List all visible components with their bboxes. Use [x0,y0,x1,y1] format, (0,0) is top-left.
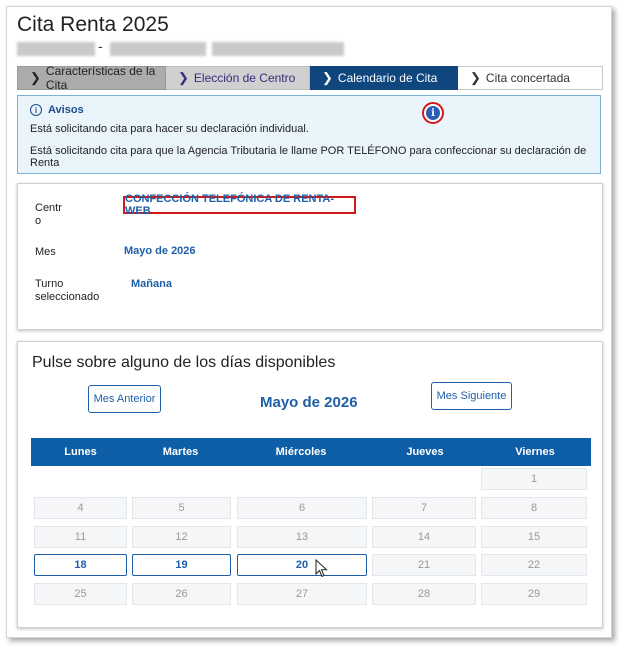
mouse-cursor-icon [315,559,328,578]
step-cita-concertada: ❯ Cita concertada [458,66,603,90]
calendar-day-7: 7 [372,497,476,519]
calendar-day-29: 29 [481,583,587,605]
avisos-title: Avisos [48,104,84,116]
avisos-line-2: Está solicitando cita para que la Agenci… [30,145,587,169]
redacted-text-2 [110,42,206,56]
next-month-button[interactable]: Mes Siguiente [431,382,512,410]
turno-label: Turno seleccionado [35,278,100,303]
prev-month-button[interactable]: Mes Anterior [88,385,161,413]
summary-card: Centr o CONFECCIÓN TELEFÓNICA DE RENTA-W… [17,183,603,330]
calendar-day-20[interactable]: 20 [237,554,367,576]
turno-value: Mañana [131,278,172,290]
calendar-day-1: 1 [481,468,587,490]
calendar-day-4: 4 [34,497,127,519]
step-label: Elección de Centro [193,71,296,85]
calendar-day-6: 6 [237,497,367,519]
chevron-right-icon: ❯ [178,70,189,85]
calendar-month-title: Mayo de 2026 [260,394,358,411]
calendar-day-18[interactable]: 18 [34,554,127,576]
page-title: Cita Renta 2025 [17,13,169,36]
calendar-day-21: 21 [372,554,476,576]
step-label: Características de la Cita [45,64,156,92]
calendar-day-13: 13 [237,526,367,548]
centro-highlight-box: CONFECCIÓN TELEFÓNICA DE RENTA-WEB [123,193,356,217]
redacted-text-3 [212,42,344,56]
chevron-right-icon: ❯ [322,70,333,85]
calendar-day-15: 15 [481,526,587,548]
avisos-line-1: Está solicitando cita para hacer su decl… [30,123,309,135]
step-tracker: ❯ Características de la Cita ❯ Elección … [17,64,603,92]
info-icon: i [426,106,440,120]
weekday-jueves: Jueves [406,446,444,458]
calendar-day-19[interactable]: 19 [132,554,231,576]
mes-value: Mayo de 2026 [124,245,196,257]
avisos-header: i Avisos [30,104,84,116]
chevron-right-icon: ❯ [470,70,481,85]
weekday-miercoles: Miércoles [275,446,327,458]
weekday-viernes: Viernes [515,446,555,458]
info-button[interactable]: i [422,102,444,124]
mes-label: Mes [35,246,56,258]
calendar-day-14: 14 [372,526,476,548]
centro-value: CONFECCIÓN TELEFÓNICA DE RENTA-WEB [125,193,334,217]
weekday-lunes: Lunes [64,446,97,458]
step-label: Calendario de Cita [337,71,438,85]
calendar-day-27: 27 [237,583,367,605]
info-circle-icon: i [30,104,42,116]
weekday-martes: Martes [162,446,199,458]
window-frame: Cita Renta 2025 - ❯ Características de l… [6,6,612,638]
calendar-day-26: 26 [132,583,231,605]
chevron-right-icon: ❯ [30,70,41,85]
calendar-day-12: 12 [132,526,231,548]
calendar-day-8: 8 [481,497,587,519]
calendar-weekday-header: Lunes Martes Miércoles Jueves Viernes [31,438,591,466]
calendar-day-25: 25 [34,583,127,605]
step-eleccion-centro[interactable]: ❯ Elección de Centro [166,66,310,90]
step-calendario[interactable]: ❯ Calendario de Cita [310,66,458,90]
step-label: Cita concertada [485,71,570,85]
step-caracteristicas[interactable]: ❯ Características de la Cita [17,64,166,92]
calendar-instruction: Pulse sobre alguno de los días disponibl… [32,354,336,371]
redacted-text-1 [17,42,95,56]
calendar-day-28: 28 [372,583,476,605]
calendar-day-22: 22 [481,554,587,576]
centro-label: Centr o [35,202,62,227]
avisos-panel: i Avisos i Está solicitando cita para ha… [17,95,601,174]
title-separator: - [98,38,103,54]
calendar-day-11: 11 [34,526,127,548]
calendar-card: Pulse sobre alguno de los días disponibl… [17,341,603,628]
calendar-day-5: 5 [132,497,231,519]
